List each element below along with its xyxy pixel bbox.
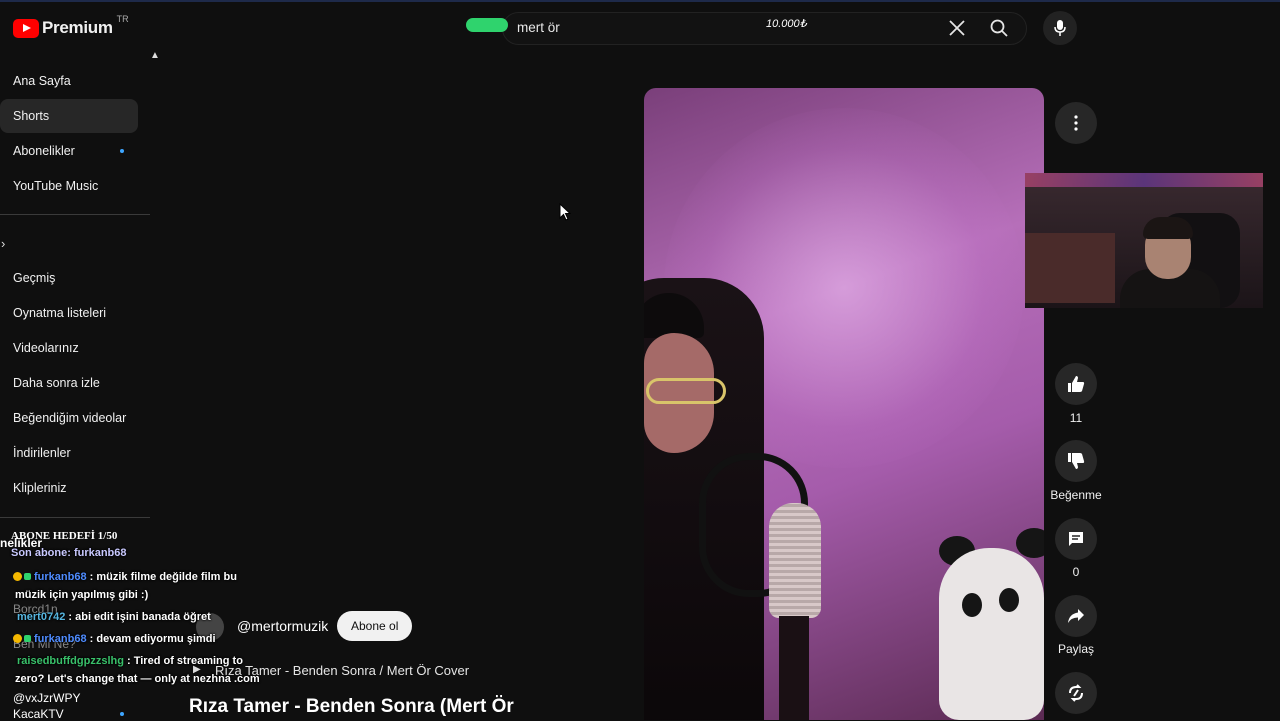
sidebar-item-label: İndirilenler [13,446,71,460]
chat-badge-icon [13,634,22,643]
more-options-button[interactable] [1055,102,1097,144]
chat-message: furkanb68 : devam ediyormu şimdi [13,633,216,645]
video-glasses [646,378,726,404]
chat-text: : Tired of streaming to [127,655,243,667]
close-icon[interactable] [948,19,966,42]
streamer-webcam [1025,173,1263,308]
chat-badge-icon [24,573,31,580]
webcam-hair [1143,217,1193,239]
chat-text-continued: müzik için yapılmış gibi :) [15,589,149,601]
sidebar-item-shorts[interactable]: Shorts [0,99,138,133]
chevron-up-icon[interactable]: ▲ [150,50,160,61]
sidebar-divider [0,214,150,215]
chat-text: : devam ediyormu şimdi [89,633,216,645]
mouse-cursor-icon [559,202,572,226]
subscriber-goal: ABONE HEDEFİ 1/50 [11,530,118,542]
sidebar-divider [0,517,150,518]
more-vert-icon [1074,115,1078,131]
webcam-rgb-light [1025,173,1263,187]
like-count: 11 [1069,411,1083,425]
country-code: TR [116,14,129,24]
search-icon[interactable] [989,18,1009,43]
chat-text: : abi edit işini banada öğret [68,611,211,623]
sidebar-item-subscriptions[interactable]: Abonelikler [0,134,138,168]
chat-message: mert0742 : abi edit işini banada öğret [17,611,211,623]
sidebar-sub-item[interactable]: @vxJzrWPY [13,691,81,705]
logo-text: Premium [42,18,113,37]
shorts-video-player[interactable] [644,88,1044,720]
chevron-right-icon[interactable]: › [1,236,5,251]
sidebar-item-label: YouTube Music [13,179,99,193]
sidebar-item-label: Beğendiğim videolar [13,411,127,425]
sidebar-item-playlists[interactable]: Oynatma listeleri [0,296,138,330]
chat-badge-icon [24,635,31,642]
sidebar-item-label: Geçmiş [13,271,56,285]
sidebar-item-your-videos[interactable]: Videolarınız [0,331,138,365]
thumbs-up-icon [1068,376,1085,392]
microphone-icon [1054,20,1066,36]
sidebar-item-downloads[interactable]: İndirilenler [0,436,138,470]
sidebar-item-label: Shorts [13,109,50,123]
panda-plush [939,548,1044,720]
remix-button[interactable] [1055,672,1097,714]
sidebar-item-home[interactable]: Ana Sayfa [0,64,138,98]
share-arrow-icon [1068,609,1084,623]
panda-eye [962,593,982,617]
sidebar-item-label: Klipleriniz [13,481,67,495]
sidebar-item-watch-later[interactable]: Daha sonra izle [0,366,138,400]
video-mic-stand [779,616,809,720]
panda-ear [1016,528,1044,558]
like-button[interactable] [1055,363,1097,405]
chat-username: furkanb68 [34,571,87,583]
sidebar-item-label: Daha sonra izle [13,376,100,390]
panda-eye [999,588,1019,612]
new-content-dot [120,712,124,716]
chat-message: furkanb68 : müzik filme değilde film bu [13,571,237,583]
comment-count: 0 [1072,565,1080,579]
channel-handle[interactable]: @mertormuzik [237,618,328,634]
chat-username: raisedbuffdgpzzslhg [17,655,124,667]
sidebar-item-history[interactable]: Geçmiş [0,261,138,295]
comments-button[interactable] [1055,518,1097,560]
share-button[interactable] [1055,595,1097,637]
sidebar-item-liked-videos[interactable]: Beğendiğim videolar [0,401,138,435]
search-query[interactable]: mert ör [517,20,560,35]
youtube-premium-logo[interactable]: Premium TR [13,14,129,38]
youtube-play-icon [13,18,39,38]
sidebar-sub-item[interactable]: KacaKTV [13,707,64,721]
chat-message: raisedbuffdgpzzslhg : Tired of streaming… [17,655,243,667]
chat-username: mert0742 [17,611,66,623]
thumbs-down-icon [1068,453,1085,469]
donation-counter: 10.000₺ [766,18,807,30]
top-accent-line [0,0,1280,2]
dislike-label: Beğenme [1050,488,1102,502]
chat-text: : müzik filme değilde film bu [89,571,237,583]
comment-icon [1069,532,1083,546]
webcam-shelf [1025,233,1115,303]
last-subscriber: Son abone: furkanb68 [11,547,127,559]
new-content-dot [120,149,124,153]
sidebar-item-label: Abonelikler [13,144,75,158]
chat-username: furkanb68 [34,633,87,645]
stream-indicator-pill [466,18,508,32]
sidebar-item-clips[interactable]: Klipleriniz [0,471,138,505]
video-microphone [769,503,821,618]
sidebar-item-label: Ana Sayfa [13,74,71,88]
subscribe-button[interactable]: Abone ol [337,611,413,641]
remix-icon [1069,684,1083,702]
sidebar-item-label: Videolarınız [13,341,79,355]
chat-text-continued: zero? Let's change that — only at nezhna… [15,673,260,685]
short-title[interactable]: Rıza Tamer - Benden Sonra (Mert Ör [189,696,514,718]
voice-search-button[interactable] [1043,11,1077,45]
share-label: Paylaş [1057,642,1095,656]
chat-badge-icon [13,572,22,581]
sidebar-item-label: Oynatma listeleri [13,306,107,320]
dislike-button[interactable] [1055,440,1097,482]
sidebar-item-youtube-music[interactable]: YouTube Music [0,169,138,203]
